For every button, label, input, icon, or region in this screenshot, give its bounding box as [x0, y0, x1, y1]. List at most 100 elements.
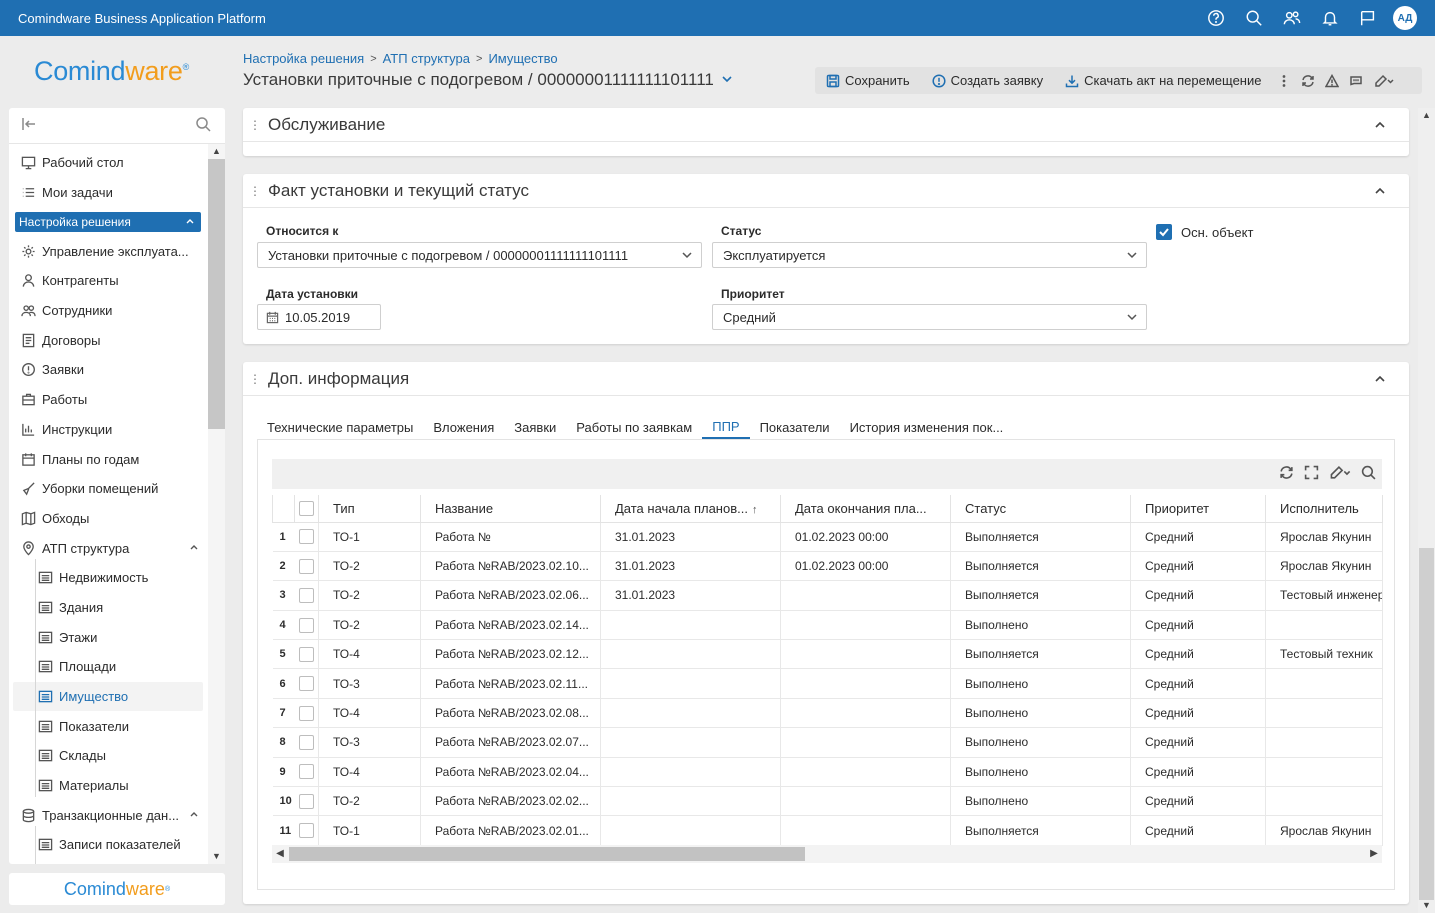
sidebar-item-real-estate[interactable]: Недвижимость	[9, 563, 207, 593]
table-row[interactable]: 11 ТО-1 Работа №RAB/2023.02.01... Выполняет…	[272, 815, 1383, 846]
column-header-priority[interactable]: Приоритет	[1130, 495, 1266, 523]
row-checkbox[interactable]	[298, 735, 314, 751]
scroll-down-icon[interactable]: ▼	[208, 849, 225, 864]
tab-technical-params[interactable]: Технические параметры	[267, 415, 423, 439]
table-row[interactable]: 6 ТО-3 Работа №RAB/2023.02.11... Выполнено С…	[272, 668, 1383, 699]
table-row[interactable]: 3 ТО-2 Работа №RAB/2023.02.06... 31.01.2023…	[272, 580, 1383, 611]
sidebar-item-operations-management[interactable]: Управление эксплуата...	[9, 236, 207, 266]
sidebar-scrollbar[interactable]: ▲ ▼	[208, 144, 225, 864]
scroll-down-icon[interactable]: ▼	[1418, 898, 1435, 913]
scroll-up-icon[interactable]: ▲	[1418, 108, 1435, 123]
breadcrumb-item-atp-structure[interactable]: АТП структура	[383, 51, 470, 66]
sidebar-item-desktop[interactable]: Рабочий стол	[9, 148, 207, 178]
table-row[interactable]: 4 ТО-2 Работа №RAB/2023.02.14... Выполнено С…	[272, 610, 1383, 641]
row-checkbox[interactable]	[298, 529, 314, 545]
sidebar-item-transactional-data[interactable]: Транзакционные дан...	[9, 800, 207, 830]
sidebar-item-floors[interactable]: Этажи	[9, 622, 207, 652]
chevron-up-icon[interactable]	[185, 216, 195, 229]
breadcrumb-item-solution-settings[interactable]: Настройка решения	[243, 51, 364, 66]
column-header-start-date[interactable]: Дата начала планов... ↑	[600, 495, 781, 523]
sidebar-item-my-tasks[interactable]: Мои задачи	[9, 178, 207, 208]
tab-attachments[interactable]: Вложения	[423, 415, 504, 439]
row-checkbox[interactable]	[298, 558, 314, 574]
extra-info-panel-header[interactable]: ⋮ Доп. информация	[243, 362, 1409, 396]
installation-fact-panel-header[interactable]: ⋮ Факт установки и текущий статус	[243, 174, 1409, 208]
priority-select[interactable]: Средний	[712, 304, 1147, 330]
relates-to-select[interactable]: Установки приточные с подогревом / 00000…	[257, 242, 702, 268]
main-scroll-thumb[interactable]	[1419, 548, 1434, 900]
service-panel-header[interactable]: ⋮ Обслуживание	[243, 108, 1409, 142]
sidebar-item-employees[interactable]: Сотрудники	[9, 296, 207, 326]
sidebar-item-requests[interactable]: Заявки	[9, 355, 207, 385]
chevron-up-icon[interactable]	[189, 809, 199, 822]
table-row[interactable]: 7 ТО-4 Работа №RAB/2023.02.08... Выполнено С…	[272, 698, 1383, 729]
row-checkbox[interactable]	[298, 823, 314, 839]
scroll-left-icon[interactable]: ◀	[272, 845, 288, 863]
scroll-right-icon[interactable]: ▶	[1366, 845, 1382, 863]
flag-icon[interactable]	[1349, 0, 1387, 36]
grid-edit-dropdown-icon[interactable]	[1329, 465, 1351, 483]
sidebar-item-year-plans[interactable]: Планы по годам	[9, 444, 207, 474]
row-checkbox[interactable]	[298, 617, 314, 633]
sidebar-section-solution-settings[interactable]: Настройка решения	[15, 212, 201, 233]
main-object-checkbox[interactable]	[1156, 224, 1172, 240]
row-checkbox[interactable]	[298, 705, 314, 721]
tab-request-works[interactable]: Работы по заявкам	[566, 415, 702, 439]
table-row[interactable]: 5 ТО-4 Работа №RAB/2023.02.12... Выполняетс…	[272, 639, 1383, 670]
sidebar-item-works[interactable]: Работы	[9, 385, 207, 415]
bell-icon[interactable]	[1311, 0, 1349, 36]
help-icon[interactable]	[1197, 0, 1235, 36]
row-checkbox[interactable]	[298, 676, 314, 692]
drag-handle-icon[interactable]: ⋮	[249, 372, 261, 386]
create-request-button[interactable]: Создать заявку	[921, 67, 1055, 94]
sidebar-item-buildings[interactable]: Здания	[9, 593, 207, 623]
table-row[interactable]: 2 ТО-2 Работа №RAB/2023.02.10... 31.01.2023…	[272, 551, 1383, 582]
download-act-button[interactable]: Скачать акт на перемещение	[1054, 67, 1272, 94]
comment-icon[interactable]	[1344, 67, 1368, 94]
grid-search-icon[interactable]	[1361, 465, 1376, 483]
sidebar-item-rounds[interactable]: Обходы	[9, 504, 207, 534]
drag-handle-icon[interactable]: ⋮	[249, 118, 261, 132]
grid-refresh-icon[interactable]	[1279, 465, 1294, 483]
table-row[interactable]: 10 ТО-2 Работа №RAB/2023.02.02... Выполнено…	[272, 786, 1383, 817]
more-vertical-icon[interactable]	[1272, 67, 1296, 94]
fullscreen-icon[interactable]	[1304, 465, 1319, 483]
row-checkbox[interactable]	[298, 793, 314, 809]
column-header-executor[interactable]: Исполнитель	[1265, 495, 1383, 523]
sidebar-item-instructions[interactable]: Инструкции	[9, 415, 207, 445]
status-select[interactable]: Эксплуатируется	[712, 242, 1147, 268]
sidebar-scroll-thumb[interactable]	[208, 159, 225, 429]
grid-horizontal-scrollbar[interactable]: ◀ ▶	[272, 845, 1382, 863]
chevron-up-icon[interactable]	[1373, 371, 1387, 385]
scroll-up-icon[interactable]: ▲	[208, 144, 225, 159]
table-row[interactable]: 8 ТО-3 Работа №RAB/2023.02.07... Выполнено С…	[272, 727, 1383, 758]
refresh-icon[interactable]	[1296, 67, 1320, 94]
select-all-checkbox[interactable]	[299, 501, 314, 517]
table-row[interactable]: 1 ТО-1 Работа № 31.01.2023 01.02.2023 00:00 В…	[272, 522, 1383, 552]
sidebar-search-icon[interactable]	[195, 116, 211, 135]
drag-handle-icon[interactable]: ⋮	[249, 184, 261, 198]
table-row[interactable]: 9 ТО-4 Работа №RAB/2023.02.04... Выполнено С…	[272, 757, 1383, 788]
column-header-status[interactable]: Статус	[950, 495, 1131, 523]
collapse-sidebar-icon[interactable]	[21, 116, 37, 135]
column-header-name[interactable]: Название	[420, 495, 601, 523]
install-date-input[interactable]: 10.05.2019	[257, 304, 381, 330]
row-checkbox[interactable]	[298, 646, 314, 662]
sidebar-item-property[interactable]: Имущество	[13, 681, 203, 712]
sort-ascending-icon[interactable]: ↑	[752, 504, 758, 516]
tab-ppr[interactable]: ППР	[702, 415, 750, 439]
row-checkbox[interactable]	[298, 588, 314, 604]
warning-icon[interactable]	[1320, 67, 1344, 94]
row-checkbox[interactable]	[298, 764, 314, 780]
chevron-down-icon[interactable]	[720, 72, 734, 89]
tab-indicator-history[interactable]: История изменения пок...	[840, 415, 1014, 439]
chevron-up-icon[interactable]	[1373, 183, 1387, 197]
search-icon[interactable]	[1235, 0, 1273, 36]
grid-scroll-thumb[interactable]	[289, 847, 805, 861]
calendar-icon[interactable]	[266, 311, 279, 324]
sidebar-item-contracts[interactable]: Договоры	[9, 325, 207, 355]
main-scrollbar[interactable]: ▲ ▼	[1418, 108, 1435, 913]
tab-requests[interactable]: Заявки	[504, 415, 566, 439]
tab-indicators[interactable]: Показатели	[750, 415, 840, 439]
avatar[interactable]: АД	[1393, 6, 1417, 30]
